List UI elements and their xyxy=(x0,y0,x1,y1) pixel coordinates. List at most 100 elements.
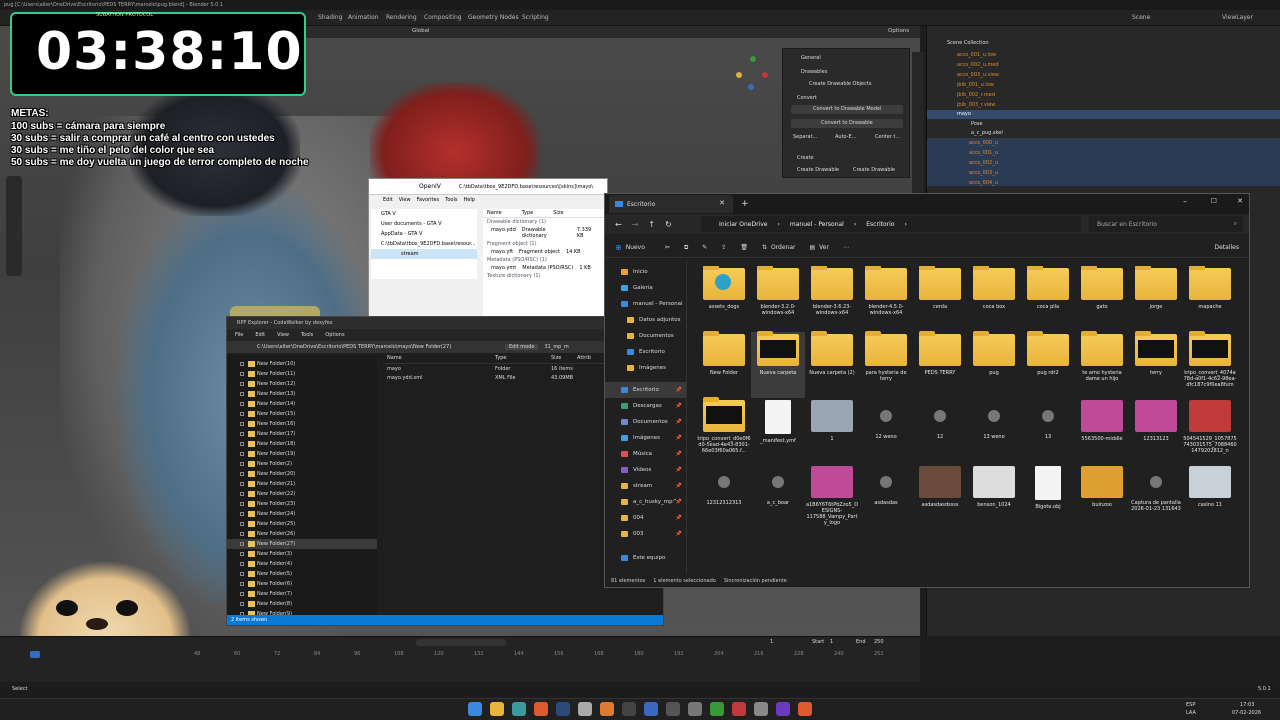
clock-time[interactable]: 17:03 xyxy=(1240,702,1254,708)
file-item[interactable]: para hysteria de terry xyxy=(859,331,913,398)
menu-help[interactable]: Help xyxy=(463,197,474,203)
close-tab-icon[interactable]: ✕ xyxy=(719,199,725,207)
blender-icon[interactable] xyxy=(600,702,614,716)
more-icon[interactable]: ⋯ xyxy=(843,244,849,251)
center-checkbox[interactable]: Center t... xyxy=(875,134,900,140)
menu-view[interactable]: View xyxy=(399,197,411,203)
app-icon[interactable] xyxy=(798,702,812,716)
nav-item-stream[interactable]: stream 📌 xyxy=(605,478,686,494)
cut-icon[interactable]: ✂ xyxy=(665,244,670,251)
nav-item-documentos-pinned[interactable]: Documentos 📌 xyxy=(605,414,686,430)
file-item[interactable]: tripo_convert_4074a78d-a0f1-4c62-98ea-df… xyxy=(1183,331,1237,398)
convert-model-button[interactable]: Convert to Drawable Model xyxy=(791,105,903,114)
language-layout[interactable]: LAA xyxy=(1186,710,1196,716)
nav-item-004[interactable]: 004 📌 xyxy=(605,510,686,526)
tree-item[interactable]: New Folder(13) xyxy=(227,389,377,399)
file-item[interactable]: a1B6Y6T6tPbZzo5_DESIGNS-117588_Vampy_Par… xyxy=(805,464,859,530)
tree-item[interactable]: New Folder(23) xyxy=(227,499,377,509)
outliner-item[interactable]: jbib_003_r.view xyxy=(957,102,995,108)
new-button[interactable]: Nuevo xyxy=(626,244,645,251)
outliner-item[interactable]: accs_003_u.view xyxy=(957,72,999,78)
tree-item[interactable]: New Folder(6) xyxy=(227,579,377,589)
col-type[interactable]: Type xyxy=(495,355,551,363)
file-item[interactable]: asdasdas xyxy=(859,464,913,530)
edit-mode-button[interactable]: Edit mode xyxy=(505,344,539,350)
nav-item-003[interactable]: 003 📌 xyxy=(605,526,686,542)
file-item[interactable]: 12312312313 xyxy=(697,464,751,530)
sort-button[interactable]: Ordenar xyxy=(771,244,796,251)
file-item[interactable]: Captura de pantalla 2026-01-23 131643 xyxy=(1129,464,1183,530)
file-item[interactable]: mapache xyxy=(1183,266,1237,332)
tree-item[interactable]: New Folder(22) xyxy=(227,489,377,499)
file-item[interactable]: terry xyxy=(1129,331,1183,398)
start-icon[interactable] xyxy=(468,702,482,716)
menu-file[interactable]: File xyxy=(235,332,243,338)
file-item[interactable]: 1 xyxy=(805,398,859,464)
tree-item[interactable]: New Folder(25) xyxy=(227,519,377,529)
tree-item[interactable]: New Folder(15) xyxy=(227,409,377,419)
tree-item[interactable]: New Folder(16) xyxy=(227,419,377,429)
file-item[interactable]: New Folder xyxy=(697,331,751,398)
file-item[interactable]: gato xyxy=(1075,266,1129,332)
tab-geometry-nodes[interactable]: Geometry Nodes xyxy=(468,14,519,21)
transform-orientation[interactable]: Global xyxy=(412,28,430,34)
steam-icon[interactable] xyxy=(556,702,570,716)
app-icon[interactable] xyxy=(754,702,768,716)
menu-edit[interactable]: Edit xyxy=(383,197,393,203)
app-icon[interactable] xyxy=(688,702,702,716)
nav-item-inicio[interactable]: Inicio xyxy=(605,264,686,280)
rpf-path-input[interactable]: C:\Users\alter\OneDrive\Escritorio\PEDS … xyxy=(257,344,487,350)
file-item[interactable]: Nueva carpeta (2) xyxy=(805,331,859,398)
app-icon[interactable] xyxy=(666,702,680,716)
create-drawable-button[interactable]: Create Drawable xyxy=(797,167,839,173)
tree-item[interactable]: New Folder(24) xyxy=(227,509,377,519)
file-item[interactable]: coca box xyxy=(967,266,1021,332)
scene-selector[interactable]: Scene xyxy=(1132,14,1150,21)
app-icon[interactable] xyxy=(776,702,790,716)
file-row[interactable]: mayo.ydd Drawable dictionary 7.339 KB xyxy=(483,226,607,240)
tree-item[interactable]: New Folder(14) xyxy=(227,399,377,409)
menu-edit[interactable]: Edit xyxy=(255,332,265,338)
outliner-item[interactable]: a_c_pug.skel xyxy=(971,130,1003,136)
breadcrumb-item[interactable]: Escritorio xyxy=(866,221,894,228)
file-item[interactable]: blender-3.2.0-windows-x64 xyxy=(751,266,805,332)
file-explorer-window[interactable]: Escritorio ✕ + – ☐ ✕ ← → ↑ ↻ Iniciar One… xyxy=(604,193,1250,588)
forward-icon[interactable]: → xyxy=(632,220,639,229)
file-item[interactable]: 5563500-middle xyxy=(1075,398,1129,464)
menu-tools[interactable]: Tools xyxy=(445,197,457,203)
col-size[interactable]: Size xyxy=(553,210,563,216)
tree-item[interactable]: New Folder(18) xyxy=(227,439,377,449)
file-item[interactable]: asdasdasdssss xyxy=(913,464,967,530)
file-item[interactable]: a_c_boar xyxy=(751,464,805,530)
nav-item-documentos[interactable]: Documentos xyxy=(605,328,686,344)
nav-item-imagenes-pinned[interactable]: Imágenes 📌 xyxy=(605,430,686,446)
separate-checkbox[interactable]: Separat... xyxy=(793,134,817,140)
file-item[interactable]: blender-4.5.0-windows-x64 xyxy=(859,266,913,332)
tree-item[interactable]: New Folder(11) xyxy=(227,369,377,379)
outliner-item[interactable]: accs_004_u xyxy=(969,180,998,186)
rpf-explorer-window[interactable]: RPF Explorer - CodeWalker by dexyfex Fil… xyxy=(226,316,664,626)
file-item[interactable]: pug rdr2 xyxy=(1021,331,1075,398)
file-item[interactable]: te amo hysteria dame un hijo xyxy=(1075,331,1129,398)
auto-embed-checkbox[interactable]: Auto-E... xyxy=(835,134,856,140)
tree-item[interactable]: New Folder(10) xyxy=(227,359,377,369)
file-item[interactable]: blender-3.6.23-windows-x64 xyxy=(805,266,859,332)
viewport-options[interactable]: Options xyxy=(888,28,909,34)
col-name[interactable]: Name xyxy=(487,210,502,216)
nav-gizmo[interactable] xyxy=(734,54,770,90)
delete-icon[interactable]: 🗑 xyxy=(740,244,748,251)
tab-rendering[interactable]: Rendering xyxy=(386,14,417,21)
panel-create[interactable]: Create xyxy=(797,155,814,161)
outliner-item[interactable]: jbib_002_r.med xyxy=(957,92,995,98)
current-frame[interactable]: 1 xyxy=(770,639,773,645)
tree-item[interactable]: New Folder(2) xyxy=(227,459,377,469)
outliner-item[interactable]: accs_003_u xyxy=(969,170,998,176)
rpf-location-bar[interactable]: C:\Users\alter\OneDrive\Escritorio\PEDS … xyxy=(227,341,663,353)
file-item[interactable]: coca pila xyxy=(1021,266,1075,332)
rpf-search[interactable]: 31_mp_m xyxy=(544,344,568,350)
view-button[interactable]: Ver xyxy=(819,244,829,251)
panel-drawables[interactable]: Drawables xyxy=(801,69,827,75)
tree-item[interactable]: AppData - GTA V xyxy=(371,229,477,239)
breadcrumb[interactable]: Iniciar OneDrive › manuel - Personal › E… xyxy=(701,216,1081,232)
nav-item-onedrive[interactable]: manuel - Personal xyxy=(605,296,686,312)
